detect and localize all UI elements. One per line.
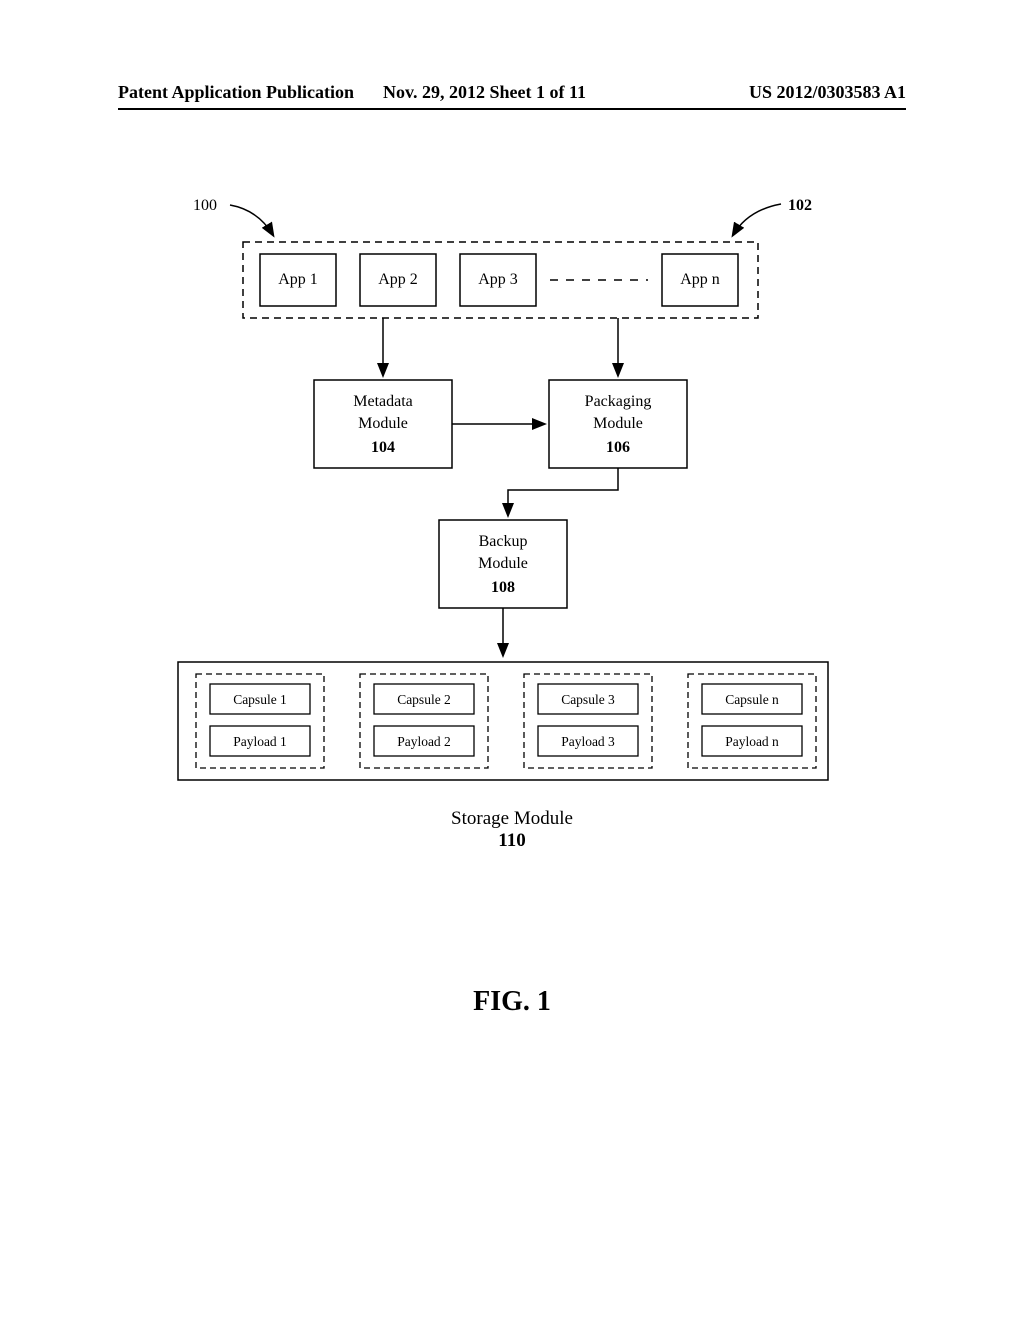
capsule-3-label: Capsule 3 xyxy=(561,692,615,707)
storage-module-label: Storage Module xyxy=(451,808,573,829)
storage-module-box xyxy=(178,662,828,780)
storage-module-ref: 110 xyxy=(498,830,525,851)
backup-line2: Module xyxy=(478,555,528,572)
capsule-n-label: Capsule n xyxy=(725,692,779,707)
packaging-ref: 106 xyxy=(606,439,630,456)
leader-102 xyxy=(733,204,781,235)
storage-module-caption: Storage Module 110 xyxy=(0,808,1024,852)
packaging-line2: Module xyxy=(593,415,643,432)
capsule-group-3-dash xyxy=(524,674,652,768)
capsule-group-3: Capsule 3 Payload 3 xyxy=(524,674,652,768)
header-mid: Nov. 29, 2012 Sheet 1 of 11 xyxy=(383,82,586,103)
capsule-group-2-dash xyxy=(360,674,488,768)
page-header: Patent Application Publication Nov. 29, … xyxy=(118,82,906,103)
ref-label-100: 100 xyxy=(193,197,217,214)
app-1-label: App 1 xyxy=(278,271,318,288)
backup-ref: 108 xyxy=(491,579,515,596)
capsule-2-label: Capsule 2 xyxy=(397,692,451,707)
header-left: Patent Application Publication xyxy=(118,82,354,103)
metadata-line1: Metadata xyxy=(353,393,413,410)
packaging-line1: Packaging xyxy=(585,393,652,410)
app-2-label: App 2 xyxy=(378,271,418,288)
payload-3-label: Payload 3 xyxy=(561,734,615,749)
app-n-label: App n xyxy=(680,271,720,288)
page: Patent Application Publication Nov. 29, … xyxy=(0,0,1024,1320)
payload-1-label: Payload 1 xyxy=(233,734,287,749)
leader-100 xyxy=(230,205,273,235)
capsule-group-n-dash xyxy=(688,674,816,768)
metadata-line2: Module xyxy=(358,415,408,432)
figure-caption: FIG. 1 xyxy=(0,986,1024,1018)
payload-2-label: Payload 2 xyxy=(397,734,451,749)
backup-line1: Backup xyxy=(479,533,528,550)
ref-label-102: 102 xyxy=(788,197,812,214)
capsule-1-label: Capsule 1 xyxy=(233,692,287,707)
arrow-packaging-backup xyxy=(508,468,618,515)
app-3-label: App 3 xyxy=(478,271,518,288)
capsule-group-1: Capsule 1 Payload 1 xyxy=(196,674,324,768)
capsule-group-1-dash xyxy=(196,674,324,768)
header-rule xyxy=(118,108,906,110)
payload-n-label: Payload n xyxy=(725,734,779,749)
metadata-ref: 104 xyxy=(371,439,395,456)
header-right: US 2012/0303583 A1 xyxy=(749,82,906,103)
capsule-group-2: Capsule 2 Payload 2 xyxy=(360,674,488,768)
capsule-group-n: Capsule n Payload n xyxy=(688,674,816,768)
